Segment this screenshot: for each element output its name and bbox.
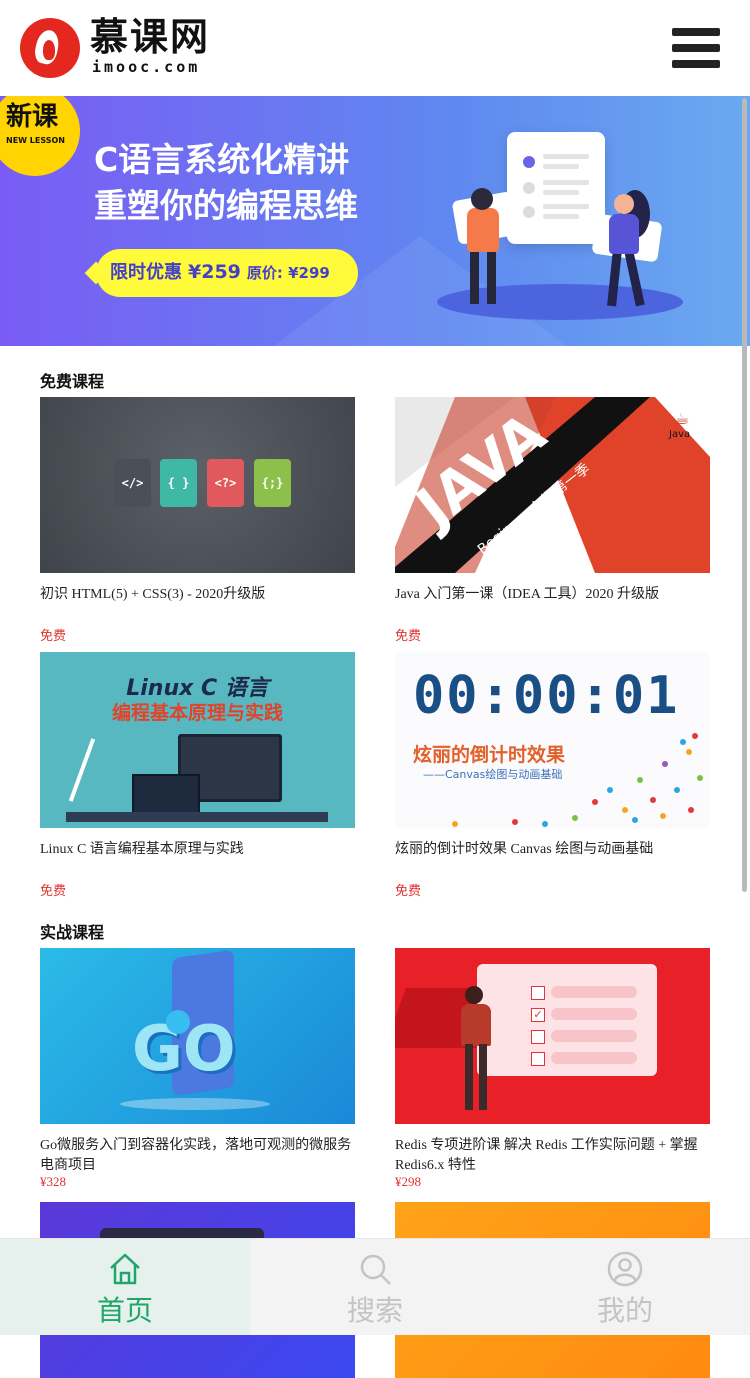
tab-label: 首页 [96, 1294, 153, 1327]
promo-label: 限时优惠 [110, 262, 182, 283]
course-price: ¥328 [40, 1174, 66, 1189]
logo-name: 慕课网 [90, 15, 211, 59]
course-card[interactable]: GO Go微服务入门到容器化实践，落地可观测的微服务电商项目 ¥328 [40, 948, 355, 1189]
code-file-icon: <?> [207, 459, 244, 507]
course-title: Redis 专项进阶课 解决 Redis 工作实际问题 + 掌握Redis6.x… [395, 1138, 698, 1173]
course-title: 炫丽的倒计时效果 Canvas 绘图与动画基础 [395, 842, 654, 857]
course-card[interactable]: </> { } <?> {;} 初识 HTML(5) + CSS(3) - 20… [40, 397, 355, 643]
checkbox-checked-icon: ✓ [531, 1008, 545, 1022]
course-card[interactable]: Linux C 语言 编程基本原理与实践 Linux C 语言编程基本原理与实践… [40, 652, 355, 898]
tab-profile[interactable]: 我的 [500, 1239, 750, 1335]
laptop-icon [132, 774, 200, 816]
course-price: 免费 [40, 628, 67, 643]
desk [66, 812, 328, 822]
banner-title-line1: C语言系统化精讲 [94, 140, 350, 179]
course-price: 免费 [395, 628, 422, 643]
course-price: ¥298 [395, 1174, 421, 1189]
logo-domain: imooc.com [92, 58, 201, 76]
java-logo: Java [669, 429, 691, 440]
course-thumbnail: ✓ [395, 948, 710, 1124]
java-cup-icon: ☕ [675, 409, 690, 428]
promo-price-pill: 限时优惠 ¥259 原价: ¥299 [84, 249, 358, 297]
course-thumbnail: JAVA Beginner 入门第一季 Java ☕ [395, 397, 710, 573]
section-title-free: 免费课程 [40, 372, 105, 391]
new-lesson-badge: 新课 NEW LESSON [0, 96, 80, 176]
tab-label: 搜索 [346, 1294, 403, 1327]
course-thumbnail: 00:00:01 炫丽的倒计时效果 ——Canvas绘图与动画基础 [395, 652, 710, 828]
checklist-panel: ✓ [477, 964, 657, 1076]
promo-original-price: 原价: ¥299 [246, 264, 330, 282]
course-thumbnail: Linux C 语言 编程基本原理与实践 [40, 652, 355, 828]
code-file-icon: {;} [254, 459, 291, 507]
user-icon [607, 1251, 643, 1287]
course-thumbnail: GO [40, 948, 355, 1124]
bottom-tab-bar: 首页 搜索 我的 [0, 1238, 750, 1335]
course-title: Go微服务入门到容器化实践，落地可观测的微服务电商项目 [40, 1138, 352, 1173]
promo-banner[interactable]: 新课 NEW LESSON C语言系统化精讲 重塑你的编程思维 限时优惠 ¥259… [0, 96, 750, 346]
course-title: Linux C 语言编程基本原理与实践 [40, 842, 244, 857]
course-card[interactable]: JAVA Beginner 入门第一季 Java ☕ Java 入门第一课（ID… [395, 397, 710, 643]
code-file-icon: { } [160, 459, 197, 507]
section-title-practical: 实战课程 [40, 923, 105, 942]
course-price: 免费 [395, 883, 422, 898]
course-price: 免费 [40, 883, 67, 898]
tab-label: 我的 [596, 1294, 653, 1327]
gopher-icon [166, 1010, 190, 1034]
course-thumbnail: </> { } <?> {;} [40, 397, 355, 573]
tab-home[interactable]: 首页 [0, 1239, 250, 1335]
banner-title-line2: 重塑你的编程思维 [94, 186, 358, 225]
hamburger-menu-icon[interactable] [672, 28, 720, 68]
top-header: 慕课网 imooc.com [0, 0, 750, 96]
scrollbar[interactable] [742, 98, 747, 892]
home-icon [110, 1253, 140, 1285]
course-title: Java 入门第一课（IDEA 工具）2020 升级版 [395, 587, 660, 602]
linux-subtitle: 编程基本原理与实践 [111, 702, 283, 724]
course-card[interactable]: 00:00:01 炫丽的倒计时效果 ——Canvas绘图与动画基础 炫丽的倒计时… [395, 652, 710, 898]
course-title: 初识 HTML(5) + CSS(3) - 2020升级版 [40, 587, 266, 602]
course-card[interactable]: ✓ Redis 专项进阶课 解决 Redis 工作实际问题 + 掌握Redis6… [395, 948, 710, 1189]
person-figure [461, 1004, 491, 1046]
lamp-icon [68, 738, 96, 802]
search-icon [360, 1254, 391, 1285]
tab-search[interactable]: 搜索 [250, 1239, 500, 1335]
code-file-icon: </> [114, 459, 151, 507]
promo-price: ¥259 [188, 261, 241, 283]
